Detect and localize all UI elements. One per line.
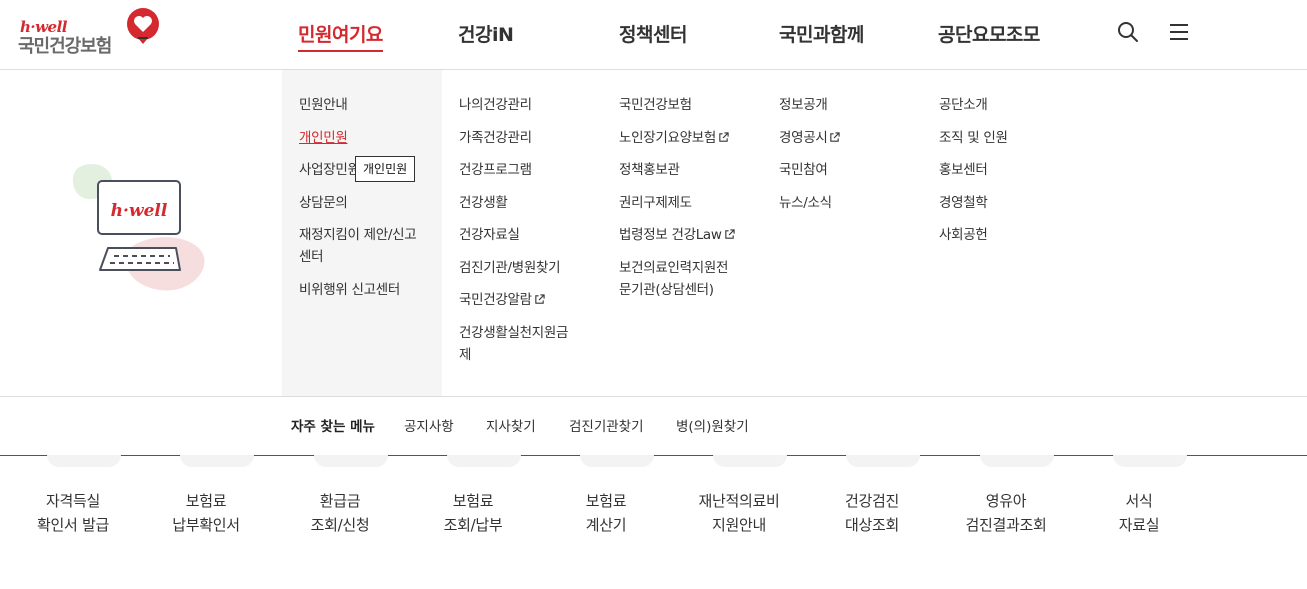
quick-checkup-eligibility[interactable]: 건강검진 대상조회	[812, 455, 932, 555]
menu-health-program[interactable]: 건강프로그램	[459, 159, 609, 181]
link-notices[interactable]: 공지사항	[404, 415, 454, 435]
menu-citizen-participation[interactable]: 국민참여	[779, 159, 929, 181]
menu-management-philosophy[interactable]: 경영철학	[939, 192, 1089, 214]
quick-label: 재난적의료비 지원안내	[698, 492, 780, 534]
quick-label: 환급금 조회/신청	[310, 492, 370, 534]
menu-column-policy: 국민건강보험 노인장기요양보험 정책홍보관 권리구제제도 법령정보 건강Law …	[619, 94, 769, 311]
quick-label: 보험료 납부확인서	[172, 492, 240, 534]
quick-label: 건강검진 대상조회	[844, 492, 899, 534]
frequent-menu-title: 자주 찾는 메뉴	[291, 419, 375, 435]
menu-rights-relief[interactable]: 권리구제제도	[619, 192, 769, 214]
quick-premium-calculator[interactable]: 보험료 계산기	[546, 455, 666, 555]
menu-personal-civil[interactable]: 개인민원	[299, 127, 442, 149]
menu-info-disclosure[interactable]: 정보공개	[779, 94, 929, 116]
menu-health-workforce-cont[interactable]: 문기관(상담센터)	[619, 279, 769, 301]
menu-family-health[interactable]: 가족건강관리	[459, 127, 609, 149]
link-find-branch[interactable]: 지사찾기	[486, 415, 536, 435]
quick-infant-checkup-result[interactable]: 영유아 검진결과조회	[946, 455, 1066, 555]
computer-illustration: h·well	[72, 164, 205, 291]
menu-column-civil: 민원안내 개인민원 사업장민원 상담문의 재정지킴이 제안/신고 센터 비위행위…	[282, 70, 442, 396]
gnb-civil-service[interactable]: 민원여기요	[298, 20, 383, 52]
quick-icon-placeholder	[1113, 455, 1187, 467]
quick-refund-inquiry[interactable]: 환급금 조회/신청	[280, 455, 400, 555]
menu-column-health: 나의건강관리 가족건강관리 건강프로그램 건강생활 건강자료실 검진기관/병원찾…	[459, 94, 609, 376]
menu-health-incentive[interactable]: 건강생활실천지원금	[459, 322, 609, 344]
menu-health-law[interactable]: 법령정보 건강Law	[619, 224, 769, 246]
link-find-clinic[interactable]: 병(의)원찾기	[676, 415, 749, 435]
quick-icon-placeholder	[447, 455, 521, 467]
quick-premium-payment-cert[interactable]: 보험료 납부확인서	[146, 455, 266, 555]
nhis-logo[interactable]: h·well 국민건강보험	[18, 8, 168, 58]
quick-catastrophic-medical-aid[interactable]: 재난적의료비 지원안내	[679, 455, 799, 555]
external-link-icon	[830, 131, 841, 142]
quick-label: 영유아 검진결과조회	[965, 492, 1047, 534]
menu-nhi[interactable]: 국민건강보험	[619, 94, 769, 116]
menu-column-about: 공단소개 조직 및 인원 홍보센터 경영철학 사회공헌	[939, 94, 1089, 257]
menu-health-workforce[interactable]: 보건의료인력지원전	[619, 257, 769, 279]
gnb-with-citizens[interactable]: 국민과함께	[779, 20, 864, 47]
gnb-about-nhis[interactable]: 공단요모조모	[938, 20, 1040, 47]
menu-find-hospital[interactable]: 검진기관/병원찾기	[459, 257, 609, 279]
quick-forms-archive[interactable]: 서식 자료실	[1079, 455, 1199, 555]
quick-icon-placeholder	[846, 455, 920, 467]
external-link-icon	[719, 131, 729, 142]
quick-icon-placeholder	[314, 455, 388, 467]
menu-my-health[interactable]: 나의건강관리	[459, 94, 609, 116]
external-link-icon	[724, 229, 735, 239]
frequent-menu-bar: 자주 찾는 메뉴 공지사항 지사찾기 검진기관찾기 병(의)원찾기	[0, 397, 1307, 456]
external-link-icon	[535, 294, 545, 304]
menu-news[interactable]: 뉴스/소식	[779, 192, 929, 214]
menu-management-disclosure[interactable]: 경영공시	[779, 127, 929, 149]
gnb-health-in[interactable]: 건강iN	[458, 20, 514, 47]
menu-finance-guard[interactable]: 재정지킴이 제안/신고	[299, 224, 442, 246]
menu-consultation[interactable]: 상담문의	[299, 192, 442, 214]
quick-icon-placeholder	[580, 455, 654, 467]
menu-social-contribution[interactable]: 사회공헌	[939, 224, 1089, 246]
gnb-policy-center[interactable]: 정책센터	[619, 20, 687, 47]
quick-icon-placeholder	[180, 455, 254, 467]
quick-icon-placeholder	[980, 455, 1054, 467]
menu-health-incentive-cont[interactable]: 제	[459, 344, 609, 366]
menu-healthy-life[interactable]: 건강생활	[459, 192, 609, 214]
mega-menu-panel: h·well 민원안내 개인민원 사업장민원 상담문의 재정지킴이 제안/신고 …	[0, 70, 1307, 397]
menu-health-archive[interactable]: 건강자료실	[459, 224, 609, 246]
quick-premium-inquiry[interactable]: 보험료 조회/납부	[413, 455, 533, 555]
hamburger-menu-icon[interactable]	[1167, 20, 1191, 44]
menu-column-citizens: 정보공개 경영공시 국민참여 뉴스/소식	[779, 94, 929, 224]
quick-label: 서식 자료실	[1118, 492, 1160, 534]
menu-health-alarm[interactable]: 국민건강알람	[459, 289, 609, 311]
quick-label: 보험료 조회/납부	[443, 492, 503, 534]
menu-finance-guard-cont[interactable]: 센터	[299, 246, 442, 268]
quick-label: 자격득실 확인서 발급	[37, 492, 109, 534]
menu-about-nhis[interactable]: 공단소개	[939, 94, 1089, 116]
illustration-screen-text: h·well	[111, 201, 168, 221]
menu-organization[interactable]: 조직 및 인원	[939, 127, 1089, 149]
menu-misconduct-report[interactable]: 비위행위 신고센터	[299, 279, 442, 301]
link-find-checkup-center[interactable]: 검진기관찾기	[569, 415, 644, 435]
menu-civil-guide[interactable]: 민원안내	[299, 94, 442, 116]
menu-pr-center[interactable]: 홍보센터	[939, 159, 1089, 181]
site-header: h·well 국민건강보험 민원여기요 건강iN 정책센터 국민과함께 공단요모…	[0, 0, 1307, 70]
quick-qualification-certificate[interactable]: 자격득실 확인서 발급	[13, 455, 133, 555]
hover-tooltip: 개인민원	[355, 156, 416, 182]
quick-icon-placeholder	[47, 455, 121, 467]
menu-policy-pr[interactable]: 정책홍보관	[619, 159, 769, 181]
quick-icon-placeholder	[713, 455, 787, 467]
quick-label: 보험료 계산기	[585, 492, 627, 534]
logo-title: 국민건강보험	[18, 36, 112, 57]
menu-ltc-insurance[interactable]: 노인장기요양보험	[619, 127, 769, 149]
search-icon[interactable]	[1116, 20, 1140, 44]
heart-logo-icon	[127, 8, 159, 44]
